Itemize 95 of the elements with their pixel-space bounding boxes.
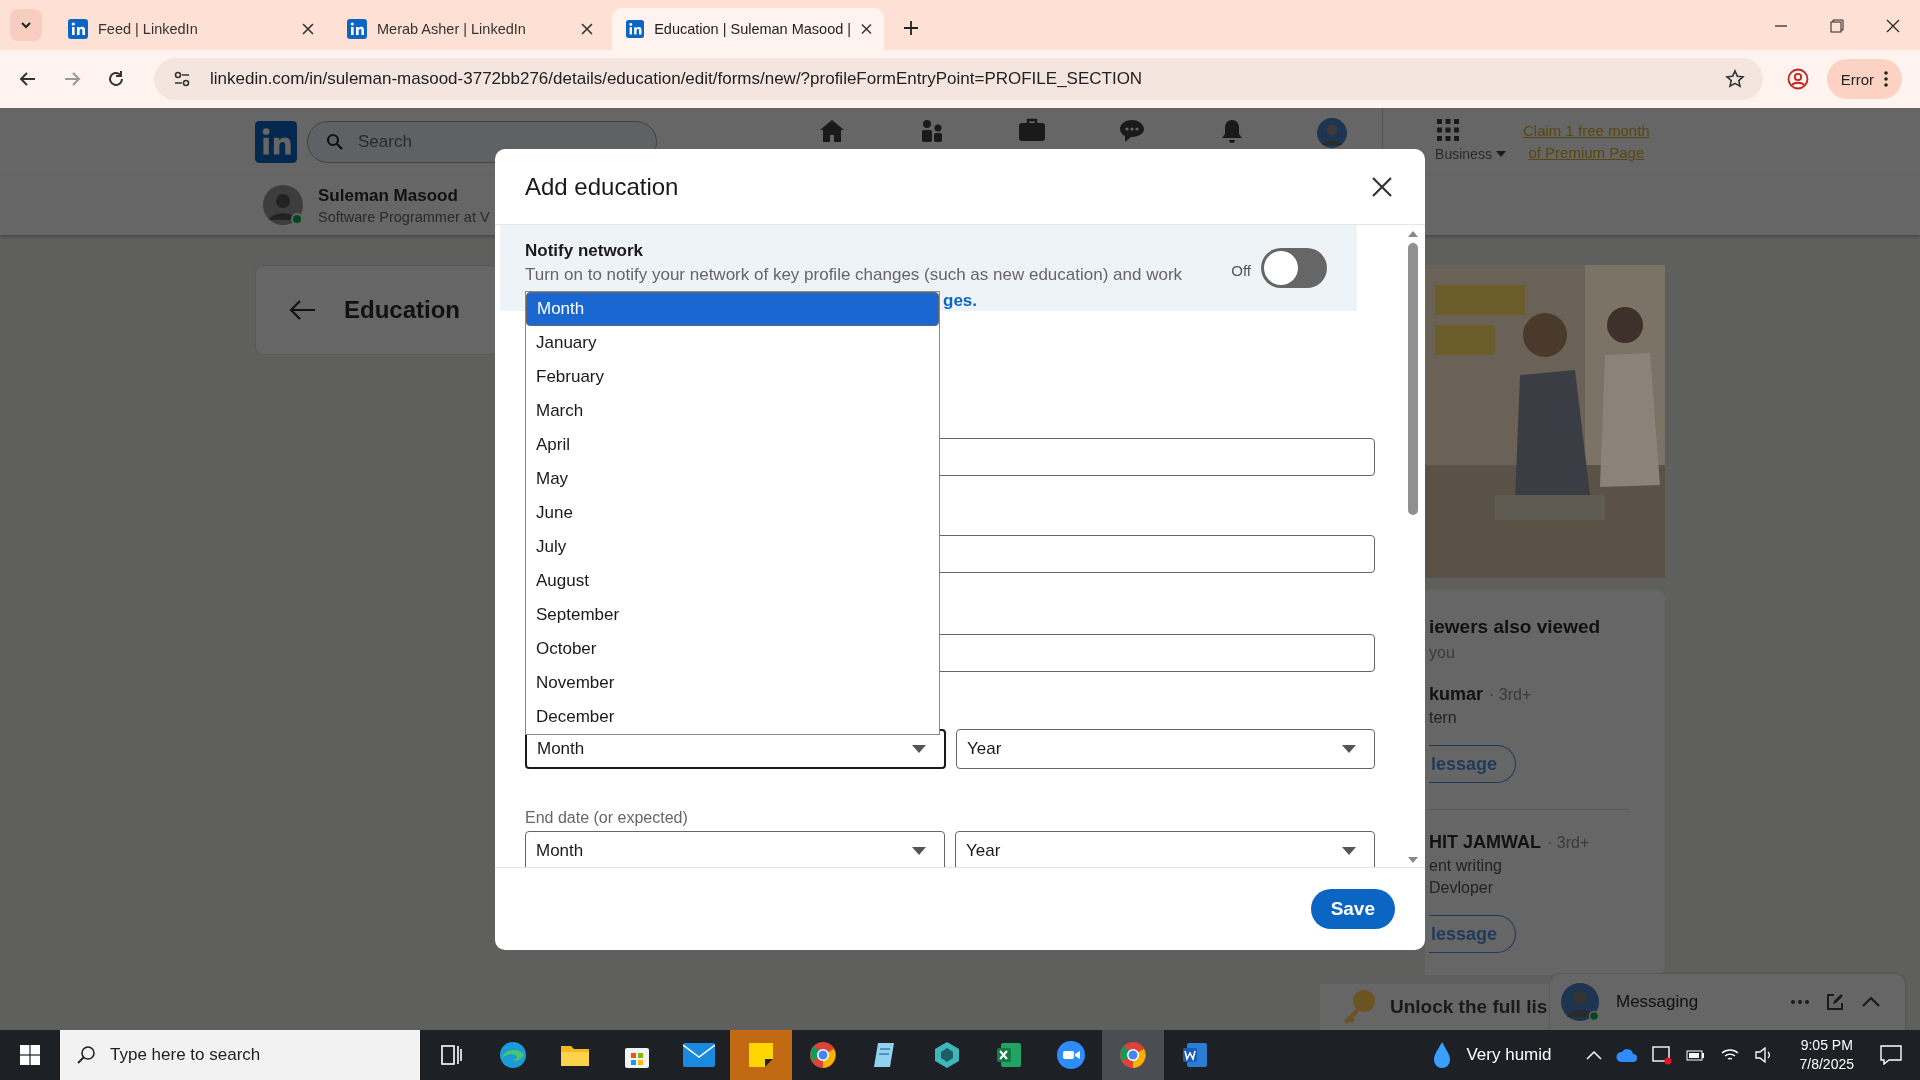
year-select[interactable]: Year bbox=[956, 729, 1375, 769]
profile-headline: Software Programmer at V bbox=[318, 208, 490, 225]
bookmark-star-icon[interactable] bbox=[1724, 69, 1745, 89]
weather-droplet-icon[interactable] bbox=[1432, 1041, 1453, 1069]
month-option[interactable]: November bbox=[526, 666, 939, 700]
mail-icon bbox=[683, 1043, 715, 1067]
caret-icon bbox=[1342, 745, 1356, 753]
browser-icon bbox=[498, 1040, 528, 1070]
scrollbar-thumb[interactable] bbox=[1408, 243, 1418, 515]
grid-icon[interactable] bbox=[1436, 118, 1460, 142]
linkedin-icon bbox=[68, 19, 88, 39]
people-icon[interactable] bbox=[919, 118, 945, 144]
scroll-down-icon[interactable] bbox=[1408, 857, 1418, 863]
learn-more-link[interactable]: ges. bbox=[943, 291, 978, 310]
month-option[interactable]: May bbox=[526, 462, 939, 496]
linkedin-logo[interactable] bbox=[255, 120, 297, 163]
caret-icon bbox=[912, 745, 926, 753]
search-icon bbox=[326, 132, 344, 151]
field-label: End date (or expected) bbox=[525, 809, 689, 827]
profile-error-button[interactable]: Error bbox=[1826, 59, 1902, 99]
sidebar-heading: iewers also viewed bbox=[1429, 616, 1602, 638]
profile-avatar bbox=[262, 184, 304, 226]
compose-icon[interactable] bbox=[1825, 992, 1845, 1012]
browser-tab[interactable]: Education | Suleman Masood | bbox=[612, 8, 884, 50]
address-bar[interactable]: linkedin.com/in/suleman-masood-3772bb276/details/education/edit/forms/new/?profileFormEntryPoint=PROFILE_SECTION bbox=[154, 58, 1763, 100]
month-option[interactable]: October bbox=[526, 632, 939, 666]
reload-icon[interactable] bbox=[106, 69, 126, 89]
month-option[interactable]: July bbox=[526, 530, 939, 564]
profile-icon[interactable] bbox=[1786, 68, 1809, 90]
person-headline: tern bbox=[1429, 709, 1458, 727]
start-icon[interactable] bbox=[20, 1045, 40, 1065]
diamond-icon bbox=[933, 1041, 961, 1069]
browser-tab[interactable]: Merab Asher | LinkedIn bbox=[333, 8, 605, 50]
month-option[interactable]: February bbox=[526, 360, 939, 394]
month-option[interactable]: March bbox=[526, 394, 939, 428]
restore-icon[interactable] bbox=[1830, 19, 1844, 33]
tab-list-button[interactable] bbox=[10, 9, 42, 41]
dialog-title: Add education bbox=[525, 172, 679, 201]
month-select[interactable]: Month bbox=[525, 831, 945, 867]
task-view-icon bbox=[439, 1044, 463, 1066]
taskbar-search-field[interactable]: Type here to search bbox=[60, 1030, 420, 1080]
chrome-icon bbox=[1118, 1040, 1148, 1070]
year-select[interactable]: Year bbox=[955, 831, 1375, 867]
sticky-note-icon bbox=[748, 1042, 774, 1068]
messaging-avatar bbox=[1560, 982, 1600, 1022]
notification-icon[interactable] bbox=[1880, 1045, 1902, 1065]
close-icon[interactable] bbox=[1371, 175, 1393, 198]
close-icon[interactable] bbox=[861, 23, 872, 35]
briefcase-icon[interactable] bbox=[1018, 118, 1046, 142]
spreadsheet-icon bbox=[995, 1041, 1023, 1069]
weather-text[interactable]: Very humid bbox=[1466, 1045, 1552, 1065]
site-settings-icon[interactable] bbox=[172, 69, 192, 89]
month-option[interactable]: September bbox=[526, 598, 939, 632]
wifi-icon[interactable] bbox=[1719, 1047, 1740, 1063]
month-option[interactable]: Month bbox=[526, 292, 939, 326]
caret-icon bbox=[1342, 847, 1356, 855]
meeting-icon[interactable] bbox=[1651, 1045, 1672, 1065]
chat-icon[interactable] bbox=[1118, 118, 1146, 144]
search-icon bbox=[76, 1045, 96, 1065]
profile-name: Suleman Masood bbox=[318, 185, 459, 206]
month-option[interactable]: April bbox=[526, 428, 939, 462]
document-icon bbox=[1181, 1041, 1209, 1069]
person-headline: Devloper bbox=[1429, 879, 1495, 897]
toggle-state-label: Off bbox=[1231, 262, 1251, 279]
video-call-icon bbox=[1056, 1040, 1086, 1070]
battery-icon[interactable] bbox=[1685, 1048, 1706, 1062]
person-headline: ent writing bbox=[1429, 857, 1503, 875]
caret-icon[interactable] bbox=[1495, 151, 1506, 157]
month-option[interactable]: January bbox=[526, 326, 939, 360]
save-button[interactable]: Save bbox=[1310, 889, 1395, 929]
month-option[interactable]: June bbox=[526, 496, 939, 530]
new-tab-icon[interactable] bbox=[903, 20, 919, 36]
close-icon[interactable] bbox=[1886, 19, 1900, 33]
section-title: Education bbox=[344, 296, 460, 324]
browser-tab[interactable]: Feed | LinkedIn bbox=[54, 8, 326, 50]
home-icon[interactable] bbox=[818, 118, 846, 144]
scroll-up-icon[interactable] bbox=[1408, 231, 1418, 237]
chrome-icon bbox=[808, 1040, 838, 1070]
cloud-icon[interactable] bbox=[1615, 1048, 1638, 1062]
back-arrow-icon[interactable] bbox=[288, 299, 316, 321]
notify-toggle[interactable] bbox=[1261, 248, 1327, 288]
linkedin-icon bbox=[347, 19, 367, 39]
avatar-icon[interactable] bbox=[1317, 118, 1347, 148]
clock[interactable]: 9:05 PM 7/8/2025 bbox=[1799, 1036, 1854, 1074]
messaging-title: Messaging bbox=[1616, 992, 1699, 1012]
month-option[interactable]: August bbox=[526, 564, 939, 598]
notify-title: Notify network bbox=[525, 241, 645, 261]
caret-icon bbox=[912, 847, 926, 855]
upsell-text: Unlock the full lis bbox=[1390, 996, 1548, 1018]
notify-description: Turn on to notify your network of key profile changes (such as new education) and work bbox=[525, 265, 1184, 285]
close-icon[interactable] bbox=[581, 23, 593, 35]
bell-icon[interactable] bbox=[1219, 118, 1245, 144]
close-icon[interactable] bbox=[302, 23, 314, 35]
more-icon[interactable] bbox=[1884, 71, 1888, 87]
linkedin-icon bbox=[626, 19, 645, 39]
